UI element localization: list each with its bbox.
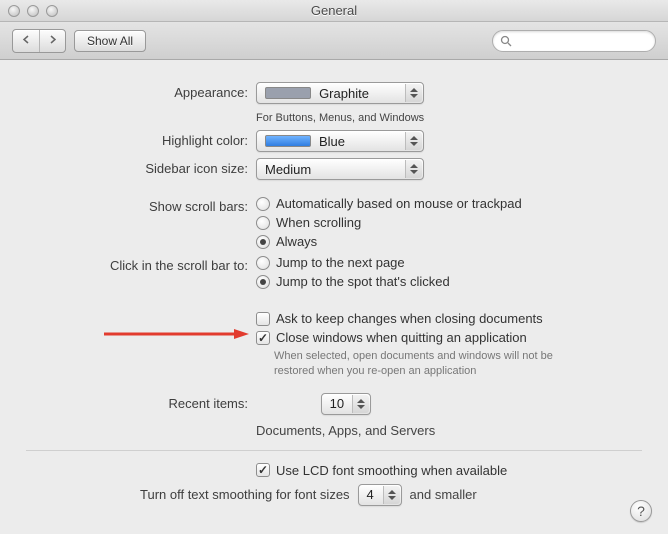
recent-suffix: Documents, Apps, and Servers <box>256 423 435 438</box>
checkbox-label: Close windows when quitting an applicati… <box>276 330 527 345</box>
scrollbars-always-radio[interactable]: Always <box>256 234 522 249</box>
appearance-popup[interactable]: Graphite <box>256 82 424 104</box>
forward-button[interactable] <box>39 30 65 52</box>
close-windows-checkbox[interactable]: Close windows when quitting an applicati… <box>256 330 594 345</box>
scrollclick-jumpspot-radio[interactable]: Jump to the spot that's clicked <box>256 274 450 289</box>
highlight-label: Highlight color: <box>26 130 256 148</box>
appearance-value: Graphite <box>319 86 369 101</box>
traffic-lights <box>0 5 58 17</box>
minimize-window-icon[interactable] <box>27 5 39 17</box>
stepper-icon <box>383 486 400 504</box>
toolbar: Show All <box>0 22 668 60</box>
lcd-smoothing-checkbox[interactable]: Use LCD font smoothing when available <box>256 463 507 478</box>
scrollbars-label: Show scroll bars: <box>26 196 256 214</box>
close-window-icon[interactable] <box>8 5 20 17</box>
checkbox-label: Ask to keep changes when closing documen… <box>276 311 543 326</box>
blue-swatch-icon <box>265 135 311 147</box>
recent-label: Recent items: <box>26 393 256 411</box>
scrollclick-nextpage-radio[interactable]: Jump to the next page <box>256 255 450 270</box>
graphite-swatch-icon <box>265 87 311 99</box>
scrollbars-auto-radio[interactable]: Automatically based on mouse or trackpad <box>256 196 522 211</box>
recent-value: 10 <box>330 396 344 411</box>
sidebar-size-label: Sidebar icon size: <box>26 158 256 176</box>
back-button[interactable] <box>13 30 39 52</box>
smoothing-suffix: and smaller <box>410 487 477 502</box>
radio-label: When scrolling <box>276 215 361 230</box>
close-windows-note: When selected, open documents and window… <box>274 349 594 379</box>
nav-segmented <box>12 29 66 53</box>
separator <box>26 450 642 451</box>
ask-keep-checkbox[interactable]: Ask to keep changes when closing documen… <box>256 311 594 326</box>
zoom-window-icon[interactable] <box>46 5 58 17</box>
chevron-right-icon <box>48 35 57 44</box>
stepper-icon <box>405 160 422 178</box>
stepper-icon <box>405 132 422 150</box>
highlight-value: Blue <box>319 134 345 149</box>
appearance-suffix: For Buttons, Menus, and Windows <box>256 112 424 124</box>
titlebar: General <box>0 0 668 22</box>
show-all-button[interactable]: Show All <box>74 30 146 52</box>
search-wrap <box>492 30 656 52</box>
scrollbars-scrolling-radio[interactable]: When scrolling <box>256 215 522 230</box>
window-title: General <box>0 3 668 18</box>
content-pane: Appearance: Graphite For Buttons, Menus,… <box>0 60 668 526</box>
radio-label: Always <box>276 234 317 249</box>
smoothing-size-popup[interactable]: 4 <box>358 484 402 506</box>
stepper-icon <box>405 84 422 102</box>
checkbox-label: Use LCD font smoothing when available <box>276 463 507 478</box>
search-icon <box>500 35 512 47</box>
help-icon: ? <box>637 503 645 519</box>
scrollclick-label: Click in the scroll bar to: <box>26 255 256 273</box>
smoothing-prefix: Turn off text smoothing for font sizes <box>26 484 358 502</box>
sidebar-size-popup[interactable]: Medium <box>256 158 424 180</box>
stepper-icon <box>352 395 369 413</box>
radio-label: Jump to the next page <box>276 255 405 270</box>
appearance-label: Appearance: <box>26 82 256 100</box>
smoothing-size-value: 4 <box>367 487 374 502</box>
recent-popup[interactable]: 10 <box>321 393 371 415</box>
radio-label: Automatically based on mouse or trackpad <box>276 196 522 211</box>
highlight-popup[interactable]: Blue <box>256 130 424 152</box>
search-input[interactable] <box>492 30 656 52</box>
help-button[interactable]: ? <box>630 500 652 522</box>
sidebar-size-value: Medium <box>265 162 311 177</box>
chevron-left-icon <box>22 35 31 44</box>
radio-label: Jump to the spot that's clicked <box>276 274 450 289</box>
